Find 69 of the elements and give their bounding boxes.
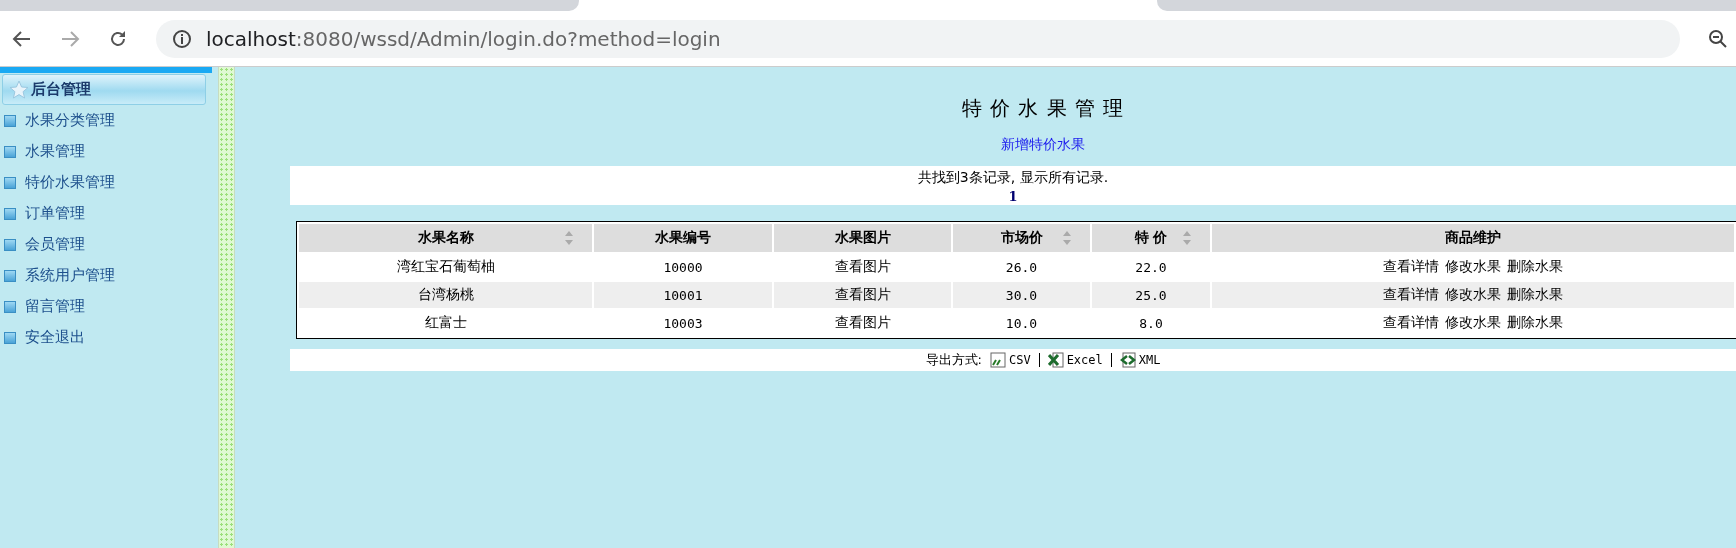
table-cell-text: 湾红宝石葡萄柚 [395, 257, 496, 276]
square-icon [4, 207, 16, 220]
action-link[interactable]: 修改水果 [1445, 286, 1501, 302]
table-cell-text: 26.0 [1004, 258, 1039, 277]
back-icon[interactable] [12, 29, 32, 49]
sort-icon[interactable] [564, 230, 574, 246]
export-link[interactable]: Excel [1047, 352, 1103, 368]
column-header[interactable]: 特 价 [1092, 224, 1210, 252]
table-cell-text: 8.0 [1138, 314, 1164, 333]
sidebar-item[interactable]: 会员管理 [25, 235, 85, 254]
square-icon [4, 145, 16, 158]
excel-icon [1047, 352, 1064, 368]
square-icon [4, 176, 16, 189]
square-icon [4, 269, 16, 282]
table-cell: 台湾杨桃 [299, 282, 592, 308]
export-link[interactable]: XML [1119, 352, 1161, 368]
action-link[interactable]: 修改水果 [1445, 258, 1501, 274]
sidebar-item[interactable]: 水果管理 [25, 142, 85, 161]
export-link[interactable]: CSV [989, 352, 1031, 368]
action-link[interactable]: 删除水果 [1507, 314, 1563, 330]
table-cell: 25.0 [1092, 282, 1210, 308]
sidebar-item[interactable]: 留言管理 [25, 297, 85, 316]
action-link[interactable]: 修改水果 [1445, 314, 1501, 330]
info-icon[interactable] [172, 29, 192, 49]
record-summary: 共找到3条记录, 显示所有记录. [917, 169, 1109, 187]
action-link[interactable]: 查看详情 [1383, 314, 1439, 330]
sidebar-title: 后台管理 [31, 80, 91, 99]
star-icon [9, 79, 29, 100]
table-cell: 30.0 [953, 282, 1090, 308]
zoom-icon[interactable] [1708, 29, 1728, 49]
table-cell: 10001 [594, 282, 772, 308]
sidebar-item[interactable]: 系统用户管理 [25, 266, 115, 285]
square-icon [4, 331, 16, 344]
reload-icon[interactable] [108, 29, 128, 49]
table-cell-text: 22.0 [1134, 258, 1168, 277]
chart-file-icon [989, 352, 1006, 368]
sidebar-item[interactable]: 特价水果管理 [25, 173, 115, 192]
action-link[interactable]: 删除水果 [1507, 286, 1563, 302]
address-bar[interactable]: localhost:8080/wssd/Admin/login.do?method=login [156, 20, 1680, 58]
sidebar-item[interactable]: 安全退出 [25, 328, 85, 347]
column-header[interactable]: 市场价 [953, 224, 1090, 252]
action-link[interactable]: 删除水果 [1507, 258, 1563, 274]
column-header[interactable]: 商品维护 [1212, 224, 1734, 252]
table-cell-text: 10000 [662, 258, 704, 277]
table-cell-text: 10.0 [1004, 314, 1039, 333]
table-cell-text: 10003 [662, 314, 704, 333]
table-cell-text: 查看图片 [833, 313, 892, 332]
column-header[interactable]: 水果名称 [299, 224, 592, 252]
export-label: 导出方式: [925, 351, 982, 369]
square-icon [4, 238, 16, 251]
action-link[interactable]: 查看详情 [1383, 258, 1439, 274]
table-cell-text: 查看图片 [833, 257, 892, 276]
page-title: 特 价 水 果 管 理 [960, 95, 1126, 122]
sort-icon[interactable] [1182, 230, 1192, 246]
column-header[interactable]: 水果编号 [594, 224, 772, 252]
code-file-icon [1119, 352, 1136, 368]
action-link[interactable]: 查看详情 [1383, 286, 1439, 302]
sidebar-item[interactable]: 订单管理 [25, 204, 85, 223]
sort-icon[interactable] [1062, 230, 1072, 246]
url-text: localhost:8080/wssd/Admin/login.do?method=login [206, 27, 721, 51]
sidebar-item[interactable]: 水果分类管理 [25, 111, 115, 130]
column-header[interactable]: 水果图片 [774, 224, 951, 252]
forward-icon[interactable] [60, 29, 80, 49]
square-icon [4, 300, 16, 313]
page-number[interactable]: 1 [1008, 189, 1018, 204]
table-cell: 查看图片 [774, 282, 951, 308]
table-cell-text: 红富士 [423, 313, 468, 332]
square-icon [4, 114, 16, 127]
add-link[interactable]: 新增特价水果 [1001, 136, 1085, 152]
